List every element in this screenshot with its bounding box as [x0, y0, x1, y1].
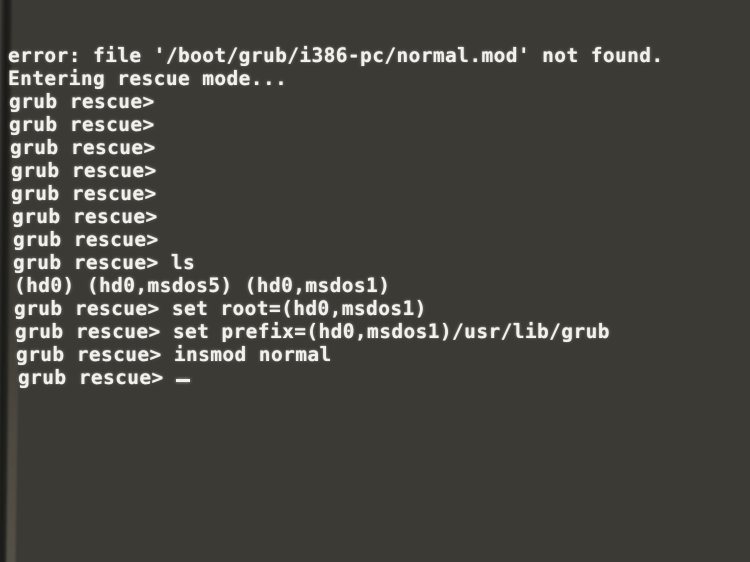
console-prompt-active-text: grub rescue> [18, 366, 176, 389]
console-command-ls: grub rescue> ls [13, 251, 196, 274]
console-prompt-empty-1: grub rescue> [9, 90, 155, 113]
console-prompt-active[interactable]: grub rescue> [0, 366, 750, 389]
console-prompt-empty-7: grub rescue> [13, 228, 159, 251]
console-output-ls-devices: (hd0) (hd0,msdos5) (hd0,msdos1) [14, 274, 391, 297]
console-prompt-empty-5: grub rescue> [11, 182, 157, 205]
grub-rescue-screen-photo: error: file '/boot/grub/i386-pc/normal.m… [0, 0, 750, 562]
console-prompt-empty-3: grub rescue> [10, 136, 156, 159]
console-prompt-empty-6: grub rescue> [12, 205, 158, 228]
console-command-set-prefix: grub rescue> set prefix=(hd0,msdos1)/usr… [15, 320, 610, 343]
console-command-insmod-normal: grub rescue> insmod normal [16, 343, 332, 366]
console-output: error: file '/boot/grub/i386-pc/normal.m… [0, 44, 750, 389]
console-prompt-empty-4: grub rescue> [11, 159, 157, 182]
console-command-set-root: grub rescue> set root=(hd0,msdos1) [14, 297, 427, 320]
console-cursor [175, 379, 190, 382]
console-line-error: error: file '/boot/grub/i386-pc/normal.m… [8, 44, 664, 67]
console-prompt-empty-2: grub rescue> [9, 113, 155, 136]
console-line-rescue-mode: Entering rescue mode... [8, 67, 288, 90]
